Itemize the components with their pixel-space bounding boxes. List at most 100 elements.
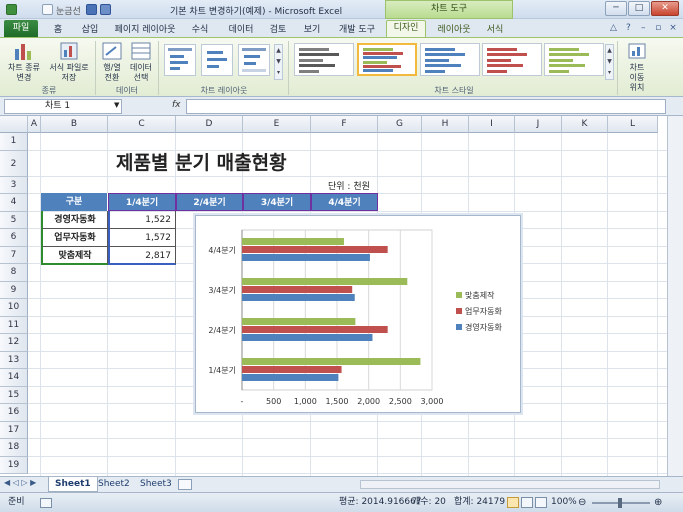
column-header-i[interactable]: I [469,116,515,133]
row-header-16[interactable]: 16 [0,404,28,422]
row-header-2[interactable]: 2 [0,150,28,177]
chart-layout-2[interactable] [201,44,233,76]
row-header-1[interactable]: 1 [0,133,28,151]
value-cell-q1[interactable]: 2,817 [108,247,176,265]
row-name-cell[interactable]: 경영자동화 [41,211,108,229]
formula-input[interactable] [186,99,666,114]
close-button[interactable]: ✕ [651,1,679,16]
column-header-c[interactable]: C [108,116,176,133]
undo-icon[interactable] [100,4,111,15]
chart-layout-1[interactable] [164,44,196,76]
column-header-e[interactable]: E [243,116,311,133]
column-header-h[interactable]: H [422,116,469,133]
tab-page-layout[interactable]: 페이지 레이아웃 [112,22,178,35]
chart-style-3[interactable] [420,43,480,76]
horizontal-scrollbar[interactable] [360,480,660,489]
tab-format[interactable]: 서식 [484,22,506,35]
chart-style-1[interactable] [294,43,354,76]
window-close-icon[interactable]: × [667,22,679,34]
sheet-tab-1[interactable]: Sheet1 [48,477,98,492]
row-header-8[interactable]: 8 [0,264,28,282]
window-minimize-icon[interactable]: – [637,22,649,34]
column-header-j[interactable]: J [515,116,562,133]
tab-data[interactable]: 데이터 [226,22,256,35]
sheet-nav-arrows-icon[interactable]: ◀ ◁ ▷ ▶ [4,478,36,487]
page-layout-view-icon[interactable] [521,497,533,508]
column-header-l[interactable]: L [608,116,658,133]
change-chart-type-button[interactable]: 차트 종류 변경 [6,41,42,83]
vertical-scrollbar[interactable] [667,116,683,476]
row-header-11[interactable]: 11 [0,316,28,334]
row-header-12[interactable]: 12 [0,334,28,352]
header-cell-q2[interactable]: 2/4분기 [176,193,243,211]
row-header-13[interactable]: 13 [0,351,28,369]
column-header-g[interactable]: G [378,116,422,133]
zoom-slider-thumb[interactable] [618,498,622,508]
bar-chart[interactable]: - 500 1,000 1,500 2,000 2,500 3,000 1/4분기 2/4분기 3… [196,216,522,414]
value-cell-q1[interactable]: 1,522 [108,211,176,229]
zoom-out-icon[interactable]: ⊖ [578,493,586,512]
row-header-6[interactable]: 6 [0,229,28,247]
normal-view-icon[interactable] [507,497,519,508]
tab-formulas[interactable]: 수식 [188,22,212,35]
tab-home[interactable]: 홈 [50,22,66,35]
row-header-3[interactable]: 3 [0,176,28,194]
tab-design[interactable]: 디자인 [386,20,426,37]
value-cell-q1[interactable]: 1,572 [108,229,176,247]
row-name-cell[interactable]: 맞춤제작 [41,247,108,265]
row-header-17[interactable]: 17 [0,421,28,439]
maximize-button[interactable]: □ [628,1,650,16]
insert-function-icon[interactable]: fx [172,100,181,110]
zoom-in-icon[interactable]: ⊕ [654,493,662,512]
save-as-template-button[interactable]: 서식 파일로 저장 [46,41,92,83]
insert-sheet-icon[interactable] [178,479,192,490]
row-header-7[interactable]: 7 [0,246,28,264]
zoom-level[interactable]: 100% [551,493,577,512]
name-box[interactable]: 차트 1 [4,99,122,114]
row-name-cell[interactable]: 업무자동화 [41,229,108,247]
style-gallery-scroll[interactable]: ▲ ▼ ▾ [605,44,614,80]
sheet-tab-3[interactable]: Sheet3 [134,477,178,492]
header-cell-q3[interactable]: 3/4분기 [243,193,311,211]
header-cell-q4[interactable]: 4/4분기 [311,193,378,211]
row-header-14[interactable]: 14 [0,369,28,387]
chart-layout-3[interactable] [238,44,270,76]
macro-record-icon[interactable] [40,498,52,508]
column-header-d[interactable]: D [176,116,243,133]
row-header-18[interactable]: 18 [0,439,28,457]
worksheet[interactable]: ABCDEFGHIJKL 1 2 3 4 5 6 7 8 9 10 11 12 13 14 15 16 17 18… [0,116,683,476]
tab-insert[interactable]: 삽입 [78,22,102,35]
namebox-dropdown-icon[interactable]: ▼ [114,101,119,109]
tab-developer[interactable]: 개발 도구 [336,22,378,35]
tab-file[interactable]: 파일 [4,20,38,37]
minimize-button[interactable]: ─ [605,1,627,16]
help-icon[interactable]: ? [622,22,634,34]
save-icon[interactable] [86,4,97,15]
chart-style-5[interactable] [544,43,604,76]
row-header-5[interactable]: 5 [0,211,28,229]
chart-style-4[interactable] [482,43,542,76]
row-header-9[interactable]: 9 [0,281,28,299]
row-header-10[interactable]: 10 [0,299,28,317]
column-header-b[interactable]: B [41,116,108,133]
gridlines-checkbox-icon[interactable] [42,4,53,15]
chart-container[interactable]: - 500 1,000 1,500 2,000 2,500 3,000 1/4분기 2/4분기 3… [195,215,521,413]
move-chart-button[interactable]: 차트 이동 위치 [622,41,652,93]
row-header-19[interactable]: 19 [0,456,28,474]
tab-layout[interactable]: 레이아웃 [434,22,474,35]
layout-gallery-scroll[interactable]: ▲ ▼ ▾ [274,44,283,80]
column-header-k[interactable]: K [562,116,608,133]
select-all-corner[interactable] [0,116,28,133]
header-cell-q1[interactable]: 1/4분기 [108,193,176,211]
select-data-button[interactable]: 데이터 선택 [128,41,154,83]
window-restore-icon[interactable]: ▫ [652,22,664,34]
switch-row-column-button[interactable]: 행/열 전환 [99,41,125,83]
row-header-15[interactable]: 15 [0,386,28,404]
column-header-a[interactable]: A [28,116,41,133]
tab-view[interactable]: 보기 [302,22,322,35]
tab-review[interactable]: 검토 [268,22,288,35]
sheet-tab-2[interactable]: Sheet2 [92,477,136,492]
chart-style-2-selected[interactable] [357,43,417,76]
header-cell-category[interactable]: 구분 [41,193,108,211]
page-break-view-icon[interactable] [535,497,547,508]
